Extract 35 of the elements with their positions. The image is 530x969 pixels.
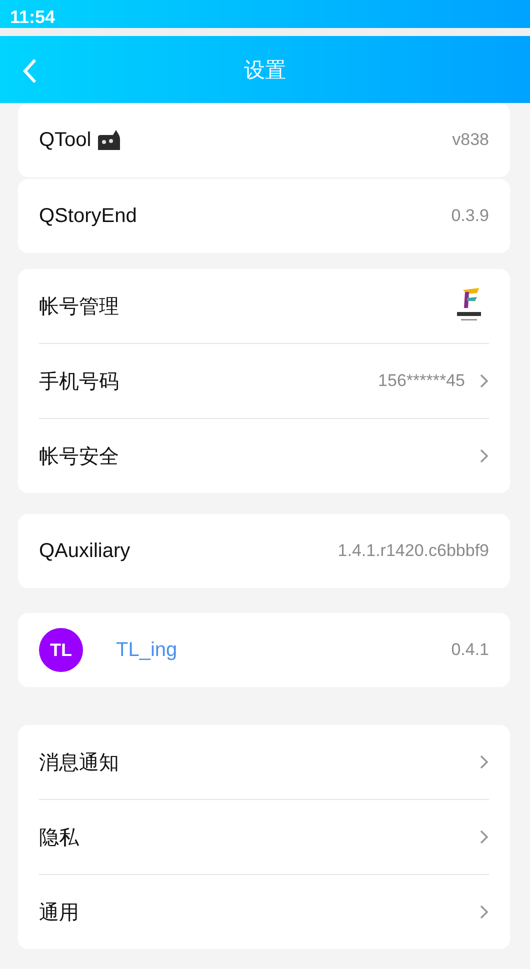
settings-row[interactable]: 通用 bbox=[39, 875, 489, 949]
row-label: QAuxiliary bbox=[39, 540, 130, 562]
settings-row[interactable]: QStoryEnd 0.3.9 bbox=[39, 179, 489, 253]
row-label: QStoryEnd bbox=[39, 204, 137, 228]
settings-row[interactable]: 帐号管理 bbox=[39, 269, 489, 343]
row-label: 帐号管理 bbox=[39, 294, 119, 320]
row-value: 0.3.9 bbox=[451, 206, 489, 226]
settings-row[interactable]: QAuxiliary 1.4.1.r1420.c6bbbf9 bbox=[39, 514, 489, 588]
page-title: 设置 bbox=[244, 56, 286, 84]
cat-icon bbox=[97, 129, 122, 151]
settings-row[interactable]: QTool v838 bbox=[39, 103, 489, 177]
settings-row[interactable]: 手机号码 156******45 bbox=[39, 344, 489, 418]
clock-time: 11:54 bbox=[10, 7, 56, 28]
row-value: 156******45 bbox=[378, 371, 465, 391]
settings-row[interactable]: TL TL_ing 0.4.1 bbox=[39, 613, 489, 687]
row-label: 消息通知 bbox=[39, 750, 119, 776]
row-label: TL_ing bbox=[116, 638, 178, 662]
back-icon bbox=[22, 58, 38, 84]
chevron-icon bbox=[479, 373, 489, 389]
settings-row[interactable]: 消息通知 bbox=[39, 725, 489, 799]
row-label: 通用 bbox=[39, 900, 79, 926]
row-label: 帐号安全 bbox=[39, 444, 119, 470]
chevron-icon bbox=[479, 754, 489, 770]
chevron-icon bbox=[479, 904, 489, 920]
settings-row[interactable]: 帐号安全 bbox=[39, 419, 489, 493]
row-label: QTool bbox=[39, 128, 92, 152]
row-value: 0.4.1 bbox=[451, 640, 489, 660]
avatar-badge: TL bbox=[39, 628, 83, 672]
settings-row[interactable]: 隐私 bbox=[39, 800, 489, 874]
row-value: v838 bbox=[452, 130, 489, 150]
row-label: 隐私 bbox=[39, 826, 79, 850]
chevron-icon bbox=[479, 829, 489, 845]
chevron-icon bbox=[479, 448, 489, 464]
row-value: 1.4.1.r1420.c6bbbf9 bbox=[338, 541, 489, 561]
row-label: 手机号码 bbox=[39, 370, 119, 394]
